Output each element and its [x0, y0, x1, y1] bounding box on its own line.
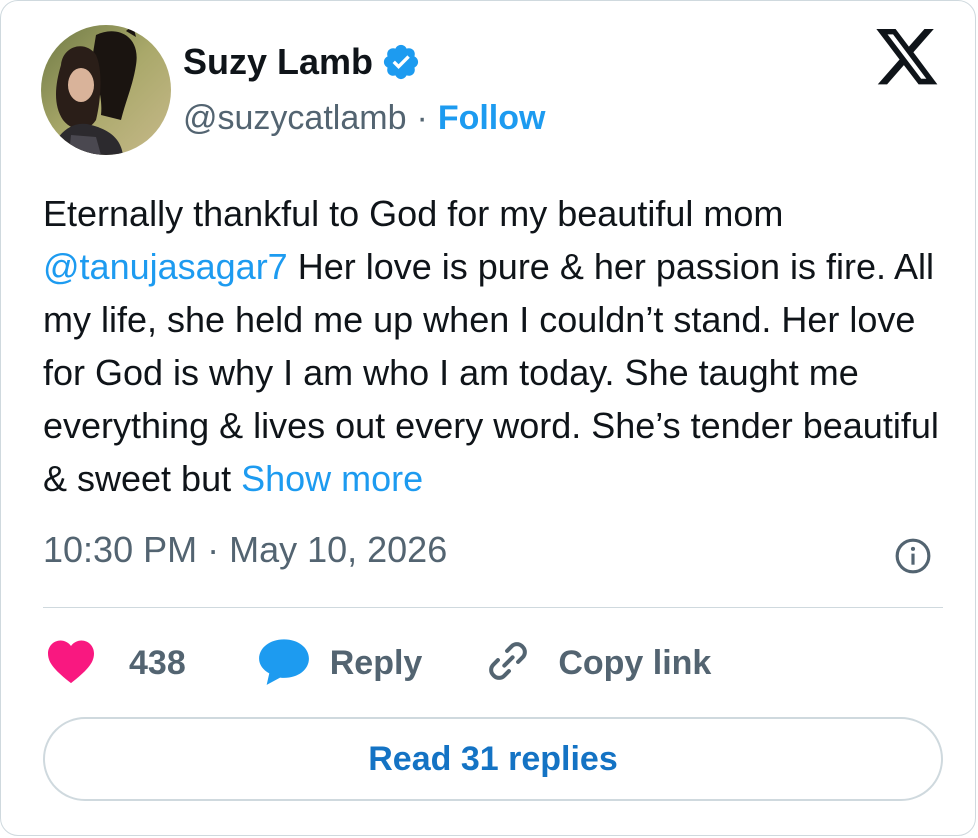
tweet-text-part1: Eternally thankful to God for my beautif… — [43, 193, 784, 234]
author-handle-row: @suzycatlamb · Follow — [183, 99, 545, 138]
show-more-link[interactable]: Show more — [241, 458, 423, 499]
reply-bubble-icon — [258, 637, 310, 690]
reply-button[interactable]: Reply — [258, 637, 423, 690]
like-button[interactable]: 438 — [45, 638, 186, 689]
copy-link-label: Copy link — [558, 643, 712, 682]
author-name[interactable]: Suzy Lamb — [183, 41, 373, 83]
mention-link[interactable]: @tanujasagar7 — [43, 246, 288, 287]
x-logo-icon[interactable] — [876, 29, 940, 87]
tweet-timestamp[interactable]: 10:30 PM · May 10, 2026 — [43, 529, 447, 571]
verified-badge-icon — [381, 42, 421, 82]
tweet-text: Eternally thankful to God for my beautif… — [43, 187, 943, 505]
read-replies-button[interactable]: Read 31 replies — [43, 717, 943, 801]
link-icon — [484, 639, 532, 688]
separator-dot: · — [416, 99, 428, 137]
author-handle[interactable]: @suzycatlamb — [183, 99, 406, 138]
reply-label: Reply — [329, 643, 423, 682]
avatar[interactable] — [41, 25, 171, 155]
follow-button[interactable]: Follow — [438, 99, 546, 138]
info-icon[interactable] — [894, 537, 932, 575]
tweet-card: Suzy Lamb @suzycatlamb · Follow Eternall… — [0, 0, 976, 836]
action-bar: 438 Reply Copy link — [45, 637, 711, 689]
heart-icon — [45, 638, 97, 689]
divider — [43, 607, 943, 608]
copy-link-button[interactable]: Copy link — [484, 639, 711, 688]
like-count: 438 — [129, 643, 186, 682]
avatar-image — [41, 25, 171, 155]
author-name-row: Suzy Lamb — [183, 41, 421, 83]
